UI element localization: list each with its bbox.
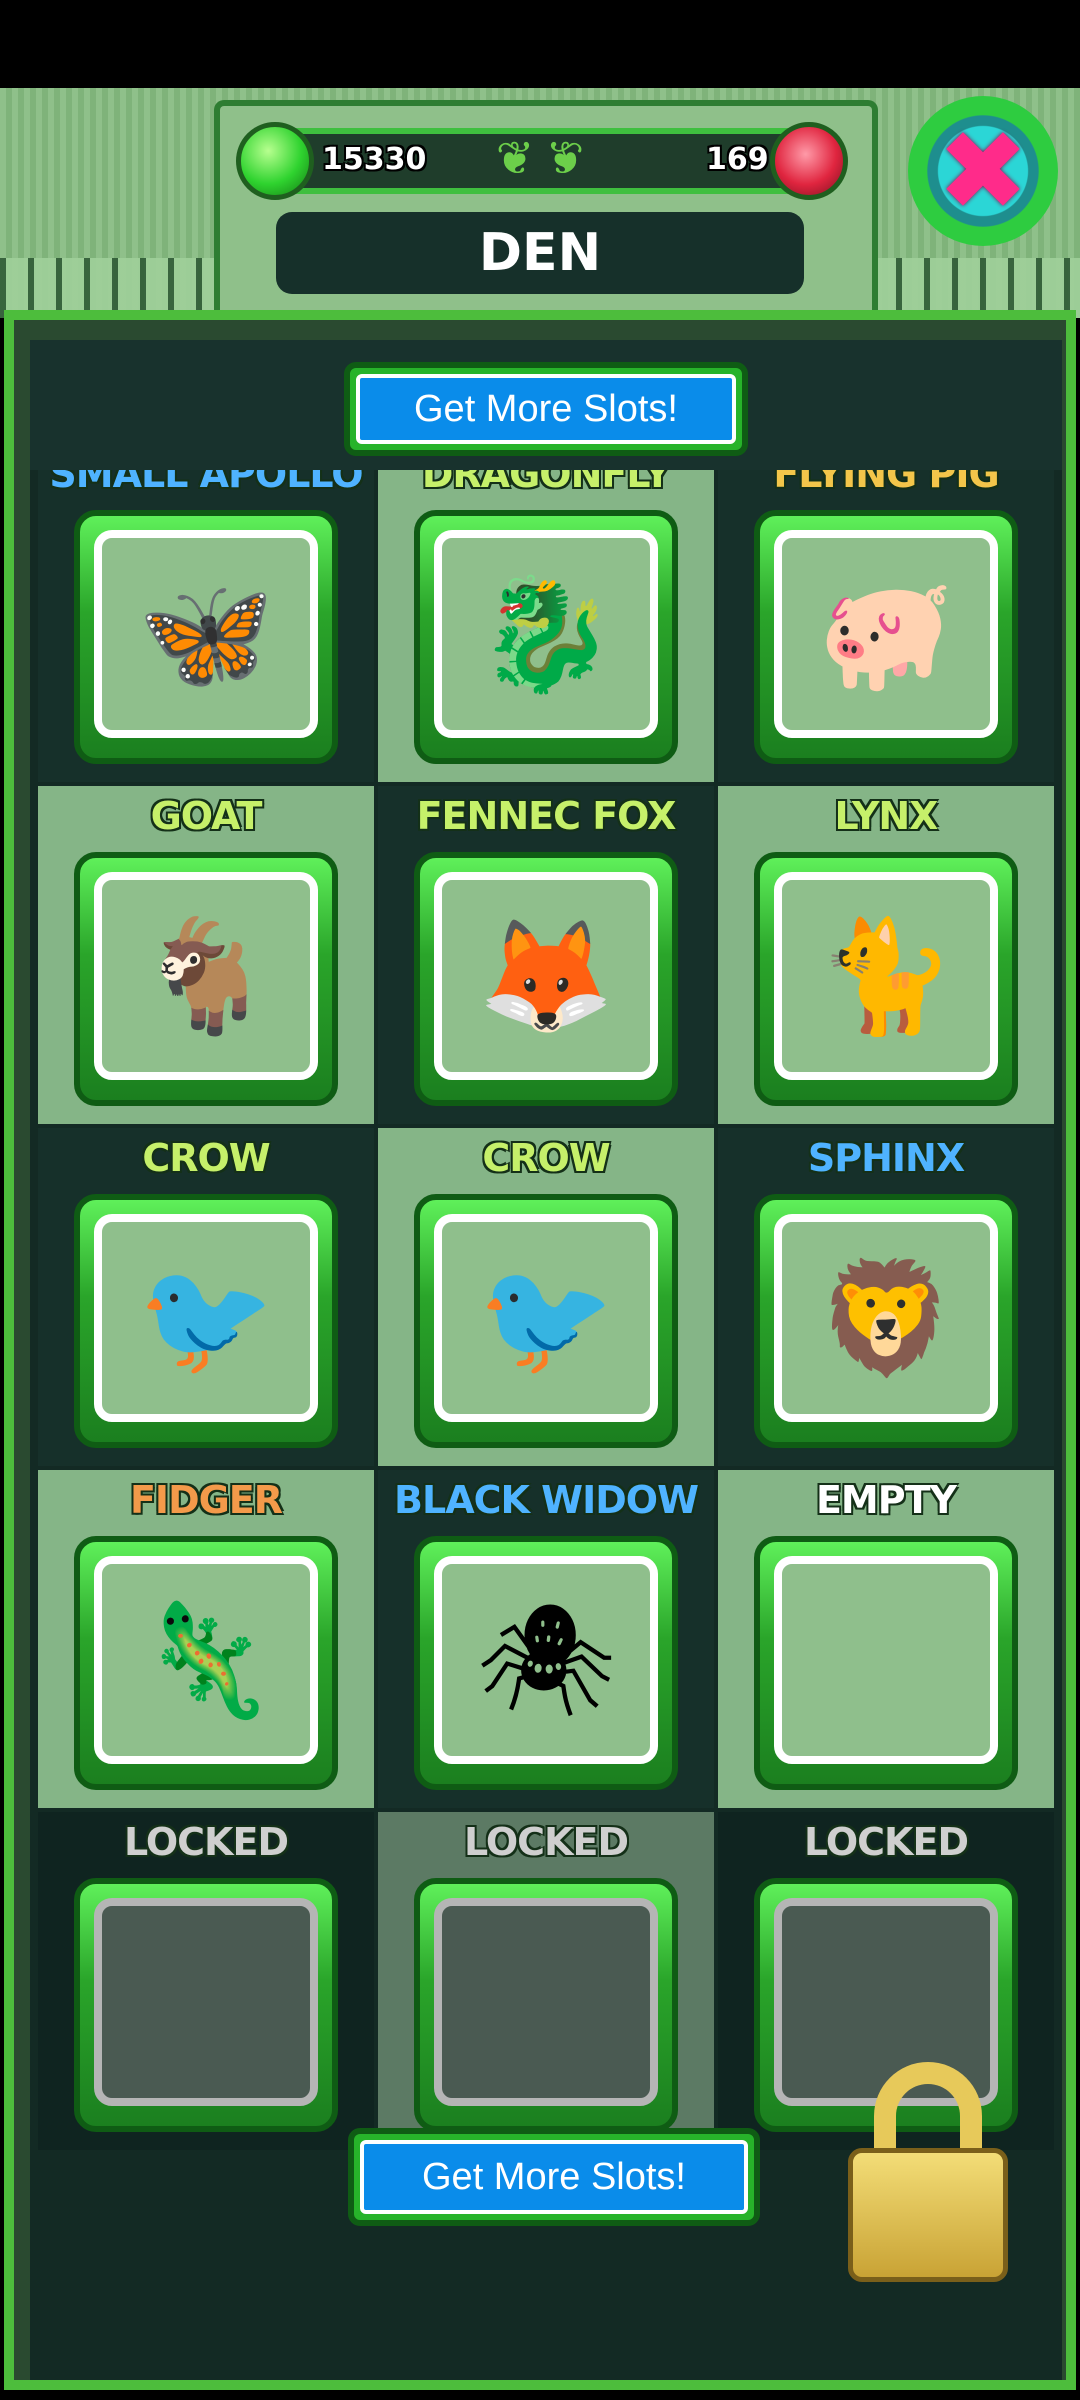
gem-count: 169 [706, 142, 769, 177]
status-bar [0, 0, 1080, 88]
get-more-slots-label: Get More Slots! [356, 374, 736, 444]
slot-cell[interactable]: CROW 🐦 [378, 1128, 714, 1466]
lynx-icon: 🐈 [774, 872, 998, 1080]
slot-cell[interactable]: FENNEC FOX 🦊 [378, 786, 714, 1124]
red-gem-icon [770, 122, 848, 200]
slot-window [434, 1898, 658, 2106]
butterfly-icon: 🦋 [94, 530, 318, 738]
slot-label: EMPTY [815, 1478, 957, 1522]
slot-label: LOCKED [464, 1820, 629, 1864]
leaf-right-icon: ❦ [545, 131, 585, 185]
dragonfly-icon: 🐉 [434, 530, 658, 738]
slot-frame[interactable]: 🐐 [74, 852, 338, 1106]
slot-frame[interactable] [74, 1878, 338, 2132]
goat-icon: 🐐 [94, 872, 318, 1080]
slot-label: FIDGER [129, 1478, 283, 1522]
page-title: DEN [276, 212, 804, 294]
padlock-icon [848, 2062, 1008, 2282]
slot-label: SPHINX [807, 1136, 965, 1180]
crow-icon: 🐦 [94, 1214, 318, 1422]
slot-cell[interactable]: LOCKED [38, 1812, 374, 2150]
spider-icon: 🕷 [434, 1556, 658, 1764]
close-button[interactable]: ✖ [908, 96, 1058, 246]
slot-frame[interactable]: 🐉 [414, 510, 678, 764]
slot-cell[interactable]: EMPTY [718, 1470, 1054, 1808]
slot-cell[interactable]: FIDGER 🦎 [38, 1470, 374, 1808]
slot-frame[interactable]: 🦊 [414, 852, 678, 1106]
get-more-slots-button-top[interactable]: Get More Slots! [344, 362, 748, 456]
slot-label: CROW [142, 1136, 270, 1180]
slot-frame[interactable]: 🐦 [414, 1194, 678, 1448]
get-more-slots-button-bottom[interactable]: Get More Slots! [348, 2128, 760, 2226]
close-x-icon: ✖ [936, 107, 1030, 235]
slot-frame[interactable]: 🐈 [754, 852, 1018, 1106]
flying-pig-icon: 🐖 [774, 530, 998, 738]
fox-icon: 🦊 [434, 872, 658, 1080]
slot-label: LOCKED [804, 1820, 969, 1864]
slot-label: CROW [482, 1136, 610, 1180]
slot-label: BLACK WIDOW [394, 1478, 699, 1522]
slot-window [774, 1556, 998, 1764]
slot-cell[interactable]: FLYING PIG 🐖 [718, 444, 1054, 782]
slot-cell[interactable]: CROW 🐦 [38, 1128, 374, 1466]
slot-frame[interactable]: 🐦 [74, 1194, 338, 1448]
slot-cell[interactable]: SPHINX 🦁 [718, 1128, 1054, 1466]
slot-cell[interactable]: LYNX 🐈 [718, 786, 1054, 1124]
slot-label: GOAT [150, 794, 263, 838]
crow-icon: 🐦 [434, 1214, 658, 1422]
get-more-slots-label: Get More Slots! [360, 2140, 748, 2214]
slot-cell[interactable]: SMALL APOLLO 🦋 [38, 444, 374, 782]
fidger-icon: 🦎 [94, 1556, 318, 1764]
slot-frame[interactable]: 🐖 [754, 510, 1018, 764]
slot-frame[interactable] [754, 1536, 1018, 1790]
coin-count: 15330 [322, 142, 427, 177]
slot-label: FENNEC FOX [416, 794, 677, 838]
slot-frame[interactable]: 🕷 [414, 1536, 678, 1790]
slot-cell[interactable]: DRAGONFLY 🐉 [378, 444, 714, 782]
slot-cell[interactable]: GOAT 🐐 [38, 786, 374, 1124]
slot-label: LOCKED [124, 1820, 289, 1864]
slot-frame[interactable]: 🦎 [74, 1536, 338, 1790]
slot-frame[interactable]: 🦁 [754, 1194, 1018, 1448]
slot-frame[interactable]: 🦋 [74, 510, 338, 764]
sphinx-icon: 🦁 [774, 1214, 998, 1422]
slot-cell[interactable]: LOCKED [378, 1812, 714, 2150]
slot-label: LYNX [834, 794, 939, 838]
slot-frame[interactable] [414, 1878, 678, 2132]
leaf-left-icon: ❦ [495, 131, 535, 185]
green-gem-icon [236, 122, 314, 200]
slot-cell[interactable]: BLACK WIDOW 🕷 [378, 1470, 714, 1808]
slot-window [94, 1898, 318, 2106]
